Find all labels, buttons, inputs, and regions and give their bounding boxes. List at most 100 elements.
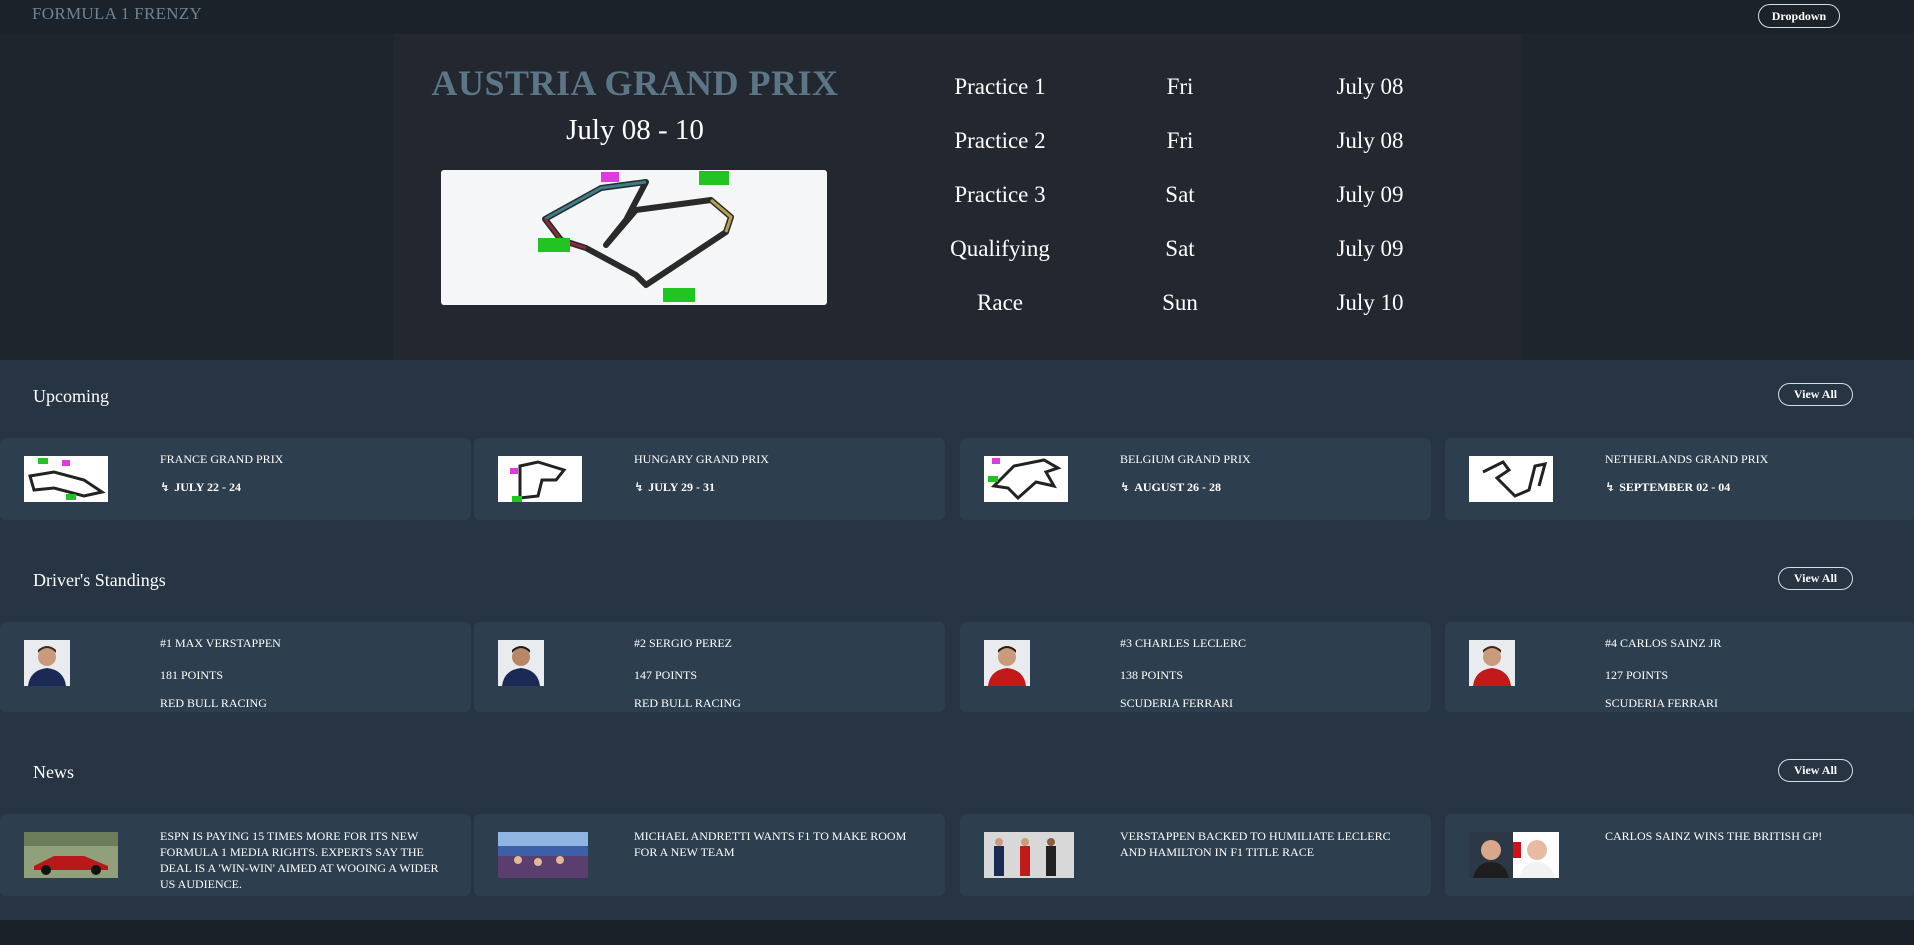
race-dates: JULY 22 - 24	[174, 480, 241, 494]
standings-view-all-button[interactable]: View All	[1778, 567, 1853, 590]
news-thumbnail	[498, 832, 588, 878]
driver-rank-name: #4 CARLOS SAINZ JR	[1605, 636, 1722, 650]
news-thumbnail	[984, 832, 1074, 878]
news-thumbnail	[1469, 832, 1559, 878]
session-day: Fri	[1166, 128, 1194, 153]
session-date: July 10	[1336, 290, 1404, 315]
session-name: Practice 1	[954, 74, 1046, 99]
track-thumbnail	[498, 456, 582, 502]
track-map-image	[441, 170, 827, 305]
race-dates: SEPTEMBER 02 - 04	[1619, 480, 1731, 494]
upcoming-title: Upcoming	[33, 386, 109, 406]
driver-team: SCUDERIA FERRARI	[1120, 696, 1234, 710]
track-thumbnail	[1469, 456, 1553, 502]
session-name: Qualifying	[950, 236, 1050, 261]
lightning-icon: ↯	[1605, 480, 1616, 494]
hero-dates: July 08 - 10	[566, 114, 704, 146]
news-card[interactable]: VERSTAPPEN BACKED TO HUMILIATE LECLERC A…	[960, 814, 1431, 896]
news-image	[984, 832, 1074, 878]
driver-avatar-icon	[24, 640, 70, 686]
track-map-icon	[510, 460, 567, 502]
track-thumbnail	[24, 456, 108, 502]
race-dates-row: ↯ AUGUST 26 - 28	[1120, 480, 1221, 495]
driver-team: RED BULL RACING	[634, 696, 741, 710]
track-map-icon	[988, 458, 1062, 501]
driver-rank-name: #1 MAX VERSTAPPEN	[160, 636, 281, 650]
driver-points: 138 POINTS	[1120, 668, 1184, 682]
lightning-icon: ↯	[1120, 480, 1131, 494]
news-card[interactable]: ESPN IS PAYING 15 TIMES MORE FOR ITS NEW…	[0, 814, 471, 896]
site-brand[interactable]: FORMULA 1 FRENZY	[32, 4, 202, 24]
session-row: Race Sun July 10	[920, 290, 1520, 330]
driver-points: 181 POINTS	[160, 668, 224, 682]
session-row: Qualifying Sat July 09	[920, 236, 1520, 276]
dropdown-button[interactable]: Dropdown	[1758, 4, 1840, 28]
news-thumbnail	[24, 832, 118, 878]
session-row: Practice 3 Sat July 09	[920, 182, 1520, 222]
race-dates-row: ↯ JULY 29 - 31	[634, 480, 715, 495]
race-name: FRANCE GRAND PRIX	[160, 452, 284, 466]
race-name: BELGIUM GRAND PRIX	[1120, 452, 1251, 466]
driver-avatar-icon	[984, 640, 1030, 686]
race-dates-row: ↯ SEPTEMBER 02 - 04	[1605, 480, 1730, 495]
session-name: Practice 3	[954, 182, 1046, 207]
driver-card[interactable]: #4 CARLOS SAINZ JR 127 POINTS SCUDERIA F…	[1445, 622, 1914, 712]
driver-card[interactable]: #1 MAX VERSTAPPEN 181 POINTS RED BULL RA…	[0, 622, 471, 712]
driver-avatar-icon	[1469, 640, 1515, 686]
upcoming-card-france[interactable]: FRANCE GRAND PRIX ↯ JULY 22 - 24	[0, 438, 471, 520]
session-day: Sun	[1162, 290, 1198, 315]
news-headline: MICHAEL ANDRETTI WANTS F1 TO MAKE ROOM F…	[634, 829, 907, 859]
driver-card[interactable]: #2 SERGIO PEREZ 147 POINTS RED BULL RACI…	[474, 622, 945, 712]
upcoming-view-all-button[interactable]: View All	[1778, 383, 1853, 406]
session-date: July 08	[1336, 74, 1404, 99]
session-row: Practice 1 Fri July 08	[920, 74, 1520, 114]
session-day: Sat	[1165, 236, 1195, 261]
race-name: HUNGARY GRAND PRIX	[634, 452, 769, 466]
race-dates-row: ↯ JULY 22 - 24	[160, 480, 241, 495]
track-map-icon	[28, 458, 106, 500]
session-day: Fri	[1166, 74, 1194, 99]
upcoming-card-netherlands[interactable]: NETHERLANDS GRAND PRIX ↯ SEPTEMBER 02 - …	[1445, 438, 1914, 520]
session-name: Practice 2	[954, 128, 1046, 153]
track-map-icon	[538, 171, 734, 302]
driver-team: RED BULL RACING	[160, 696, 267, 710]
driver-avatar	[498, 640, 544, 686]
driver-avatar	[24, 640, 70, 686]
news-headline: CARLOS SAINZ WINS THE BRITISH GP!	[1605, 829, 1823, 843]
driver-avatar-icon	[498, 640, 544, 686]
driver-points: 127 POINTS	[1605, 668, 1669, 682]
race-dates: AUGUST 26 - 28	[1134, 480, 1221, 494]
driver-card[interactable]: #3 CHARLES LECLERC 138 POINTS SCUDERIA F…	[960, 622, 1431, 712]
session-date: July 09	[1336, 182, 1404, 207]
lightning-icon: ↯	[160, 480, 171, 494]
news-image	[24, 832, 118, 878]
upcoming-card-belgium[interactable]: BELGIUM GRAND PRIX ↯ AUGUST 26 - 28	[960, 438, 1431, 520]
session-date: July 08	[1336, 128, 1404, 153]
driver-avatar	[1469, 640, 1515, 686]
hero-title: AUSTRIA GRAND PRIX	[431, 63, 839, 103]
driver-rank-name: #2 SERGIO PEREZ	[634, 636, 733, 650]
footer	[0, 920, 1914, 945]
standings-title: Driver's Standings	[33, 570, 166, 590]
session-row: Practice 2 Fri July 08	[920, 128, 1520, 168]
race-name: NETHERLANDS GRAND PRIX	[1605, 452, 1769, 466]
news-view-all-button[interactable]: View All	[1778, 759, 1853, 782]
driver-team: SCUDERIA FERRARI	[1605, 696, 1719, 710]
session-day: Sat	[1165, 182, 1195, 207]
driver-avatar	[984, 640, 1030, 686]
session-date: July 09	[1336, 236, 1404, 261]
news-image	[1469, 832, 1559, 878]
news-image	[498, 832, 588, 878]
upcoming-card-hungary[interactable]: HUNGARY GRAND PRIX ↯ JULY 29 - 31	[474, 438, 945, 520]
race-dates: JULY 29 - 31	[648, 480, 715, 494]
news-card[interactable]: CARLOS SAINZ WINS THE BRITISH GP!	[1445, 814, 1914, 896]
driver-points: 147 POINTS	[634, 668, 698, 682]
news-card[interactable]: MICHAEL ANDRETTI WANTS F1 TO MAKE ROOM F…	[474, 814, 945, 896]
news-title: News	[33, 762, 74, 782]
lightning-icon: ↯	[634, 480, 645, 494]
track-thumbnail	[984, 456, 1068, 502]
driver-rank-name: #3 CHARLES LECLERC	[1120, 636, 1247, 650]
news-headline: ESPN IS PAYING 15 TIMES MORE FOR ITS NEW…	[160, 829, 439, 891]
track-map-icon	[1482, 460, 1548, 498]
news-headline: VERSTAPPEN BACKED TO HUMILIATE LECLERC A…	[1120, 829, 1391, 859]
